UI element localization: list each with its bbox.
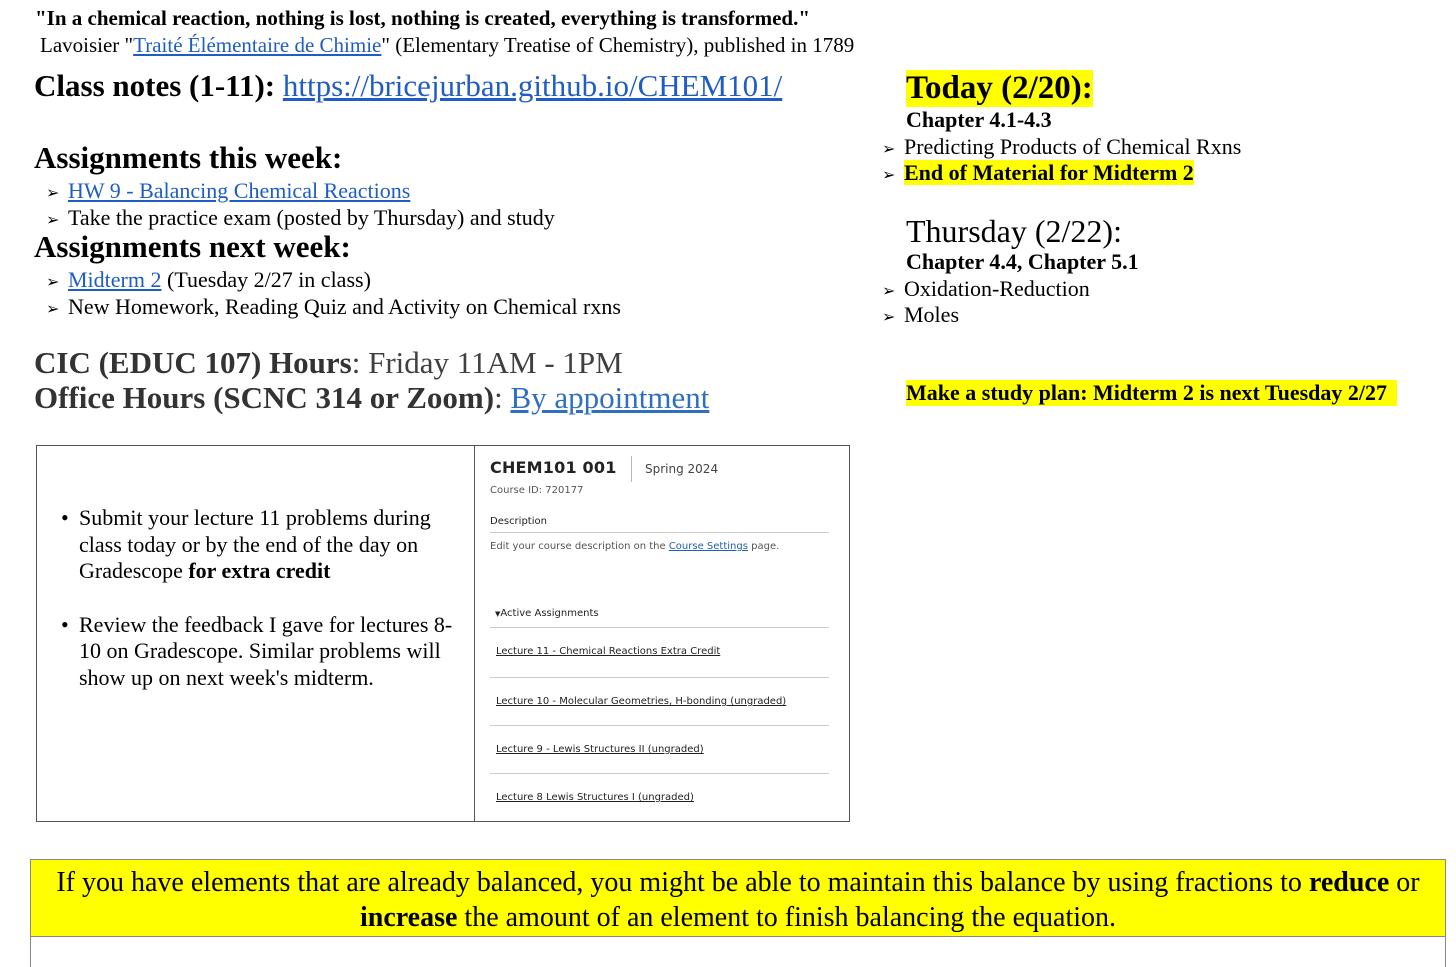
midterm2-detail: (Tuesday 2/27 in class) <box>161 267 371 292</box>
arrow-bullet-icon: ➢ <box>46 210 60 229</box>
assignments-next-week-heading: Assignments next week: <box>34 229 351 264</box>
today-item-1: ➢ Predicting Products of Chemical Rxns <box>882 134 1241 160</box>
office-hours: Office Hours (SCNC 314 or Zoom): By appo… <box>34 380 709 416</box>
office-label: Office Hours (SCNC 314 or Zoom) <box>34 380 495 415</box>
description-label: Description <box>490 516 547 527</box>
office-sep: : <box>494 380 511 415</box>
quote-attribution: Lavoisier "Traité Élémentaire de Chimie"… <box>40 33 854 58</box>
class-notes-link[interactable]: https://bricejurban.github.io/CHEM101/ <box>283 68 782 103</box>
homework-text: New Homework, Reading Quiz and Activity … <box>68 294 621 319</box>
thursday-item-2: ➢ Moles <box>882 302 959 328</box>
assignment-divider <box>490 725 829 726</box>
course-divider <box>631 456 632 482</box>
lecture-instructions: Submit your lecture 11 problems during c… <box>37 446 475 821</box>
thursday-title: Thursday (2/22): <box>906 213 1122 249</box>
study-plan-note: Make a study plan: Midterm 2 is next Tue… <box>906 380 1397 406</box>
arrow-bullet-icon: ➢ <box>46 299 60 318</box>
course-id: Course ID: 720177 <box>490 485 584 496</box>
banner-part3: the amount of an element to finish balan… <box>457 902 1117 933</box>
cic-hours: CIC (EDUC 107) Hours: Friday 11AM - 1PM <box>34 345 623 381</box>
today-chapter: Chapter 4.1-4.3 <box>906 107 1052 132</box>
course-settings-link[interactable]: Course Settings <box>669 541 748 552</box>
banner-bold-increase: increase <box>359 902 458 933</box>
banner-part2: or <box>1389 867 1420 898</box>
cic-value: : Friday 11AM - 1PM <box>351 345 623 380</box>
assignment-link[interactable]: Lecture 11 - Chemical Reactions Extra Cr… <box>496 646 720 657</box>
today-item-2-text: End of Material for Midterm 2 <box>904 160 1194 185</box>
arrow-bullet-icon: ➢ <box>882 307 896 326</box>
description-suffix: page. <box>747 541 780 552</box>
today-item-2: ➢ End of Material for Midterm 2 <box>882 160 1194 186</box>
today-item-1-text: Predicting Products of Chemical Rxns <box>904 134 1242 159</box>
arrow-bullet-icon: ➢ <box>882 281 896 300</box>
midterm2-link[interactable]: Midterm 2 <box>68 267 162 292</box>
content-frame-below <box>30 937 1446 967</box>
next-week-item-midterm: ➢ Midterm 2 (Tuesday 2/27 in class) <box>46 267 371 293</box>
today-title: Today (2/20): <box>906 70 1093 107</box>
assignments-this-week-heading: Assignments this week: <box>34 140 343 175</box>
attribution-suffix: " (Elementary Treatise of Chemistry), pu… <box>381 33 855 57</box>
this-week-item-hw9: ➢ HW 9 - Balancing Chemical Reactions <box>46 178 410 204</box>
attribution-prefix: Lavoisier " <box>40 33 134 57</box>
assignment-divider <box>490 677 829 678</box>
appointment-link[interactable]: By appointment <box>510 380 709 415</box>
this-week-item-practice: ➢ Take the practice exam (posted by Thurs… <box>46 205 555 231</box>
balancing-tip-banner: If you have elements that are already ba… <box>30 859 1446 937</box>
lecture-box: Submit your lecture 11 problems during c… <box>36 445 850 822</box>
hw9-link[interactable]: HW 9 - Balancing Chemical Reactions <box>68 178 410 203</box>
active-assignments-label: Active Assignments <box>500 608 599 619</box>
arrow-bullet-icon: ➢ <box>882 139 896 158</box>
thursday-item-1-text: Oxidation-Reduction <box>904 276 1090 301</box>
treatise-link[interactable]: Traité Élémentaire de Chimie <box>133 33 381 57</box>
banner-part1: If you have elements that are already ba… <box>56 867 1309 898</box>
practice-text: Take the practice exam (posted by Thursd… <box>68 205 555 230</box>
banner-bold-reduce: reduce <box>1308 867 1390 898</box>
arrow-bullet-icon: ➢ <box>46 183 60 202</box>
arrow-bullet-icon: ➢ <box>882 165 896 184</box>
thursday-chapter: Chapter 4.4, Chapter 5.1 <box>906 249 1139 274</box>
course-title: CHEM101 001 <box>490 458 617 477</box>
assignment-link[interactable]: Lecture 9 - Lewis Structures II (ungrade… <box>496 744 704 755</box>
cic-label: CIC (EDUC 107) Hours <box>34 345 352 380</box>
description-text: Edit your course description on the Cour… <box>490 541 779 552</box>
assignment-divider <box>490 773 829 774</box>
next-week-item-homework: ➢ New Homework, Reading Quiz and Activity… <box>46 294 621 320</box>
thursday-item-1: ➢ Oxidation-Reduction <box>882 276 1090 302</box>
instruction-submit: Submit your lecture 11 problems during c… <box>61 505 467 585</box>
description-divider <box>490 532 829 533</box>
arrow-bullet-icon: ➢ <box>46 272 60 291</box>
quote: "In a chemical reaction, nothing is lost… <box>35 6 811 30</box>
class-notes: Class notes (1-11): https://bricejurban.… <box>34 68 782 104</box>
thursday-item-2-text: Moles <box>904 302 959 327</box>
instruction-list: Submit your lecture 11 problems during c… <box>61 505 467 718</box>
instruction-submit-bold: for extra credit <box>188 558 331 583</box>
instruction-review: Review the feedback I gave for lectures … <box>61 612 467 692</box>
class-notes-label: Class notes (1-11): <box>34 68 283 103</box>
assignment-link[interactable]: Lecture 8 Lewis Structures I (ungraded) <box>496 792 694 803</box>
assignment-link[interactable]: Lecture 10 - Molecular Geometries, H-bon… <box>496 696 786 707</box>
active-assignments-toggle[interactable]: ▼Active Assignments <box>495 608 599 619</box>
gradescope-screenshot: CHEM101 001 Spring 2024 Course ID: 72017… <box>475 446 849 821</box>
course-term: Spring 2024 <box>645 462 719 476</box>
assignment-divider <box>490 627 829 628</box>
description-prefix: Edit your course description on the <box>490 541 669 552</box>
